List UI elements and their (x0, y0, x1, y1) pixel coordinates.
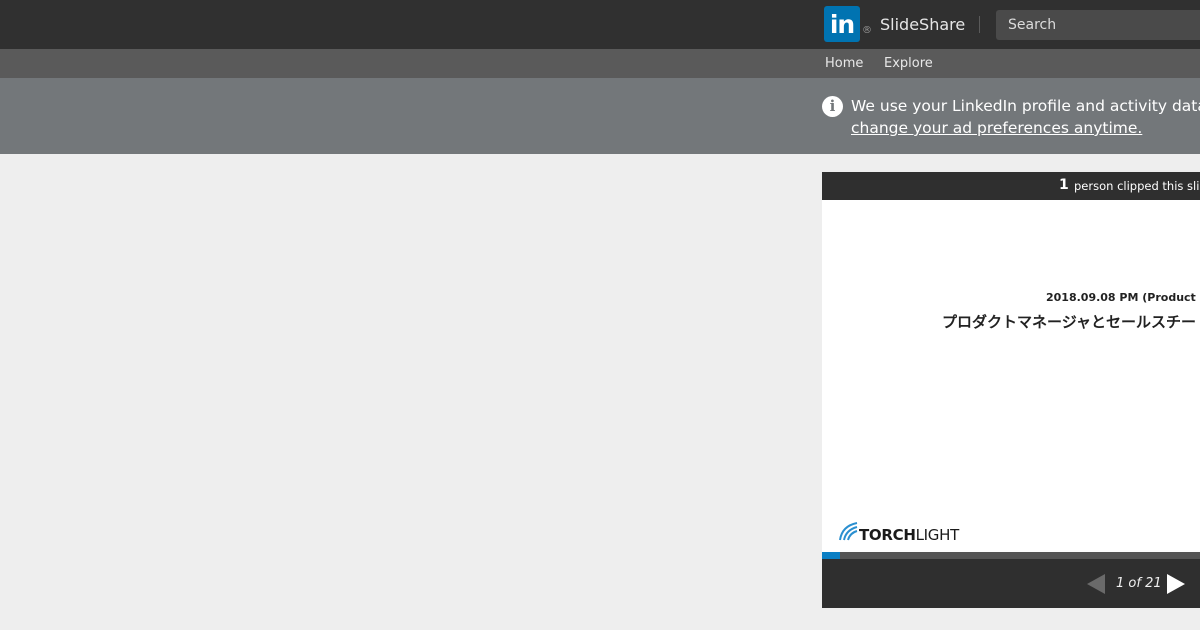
brand-divider (979, 16, 980, 33)
registered-mark: ® (862, 25, 872, 36)
brand-name[interactable]: SlideShare (880, 14, 965, 36)
torchlight-wordmark: TORCHLIGHT (859, 526, 959, 544)
previous-slide-button[interactable] (1087, 574, 1105, 594)
search-input[interactable] (996, 10, 1200, 40)
slide-player: 1 person clipped this slid 2018.09.08 PM… (822, 172, 1200, 608)
page-indicator: 1 of 21 (1116, 576, 1162, 591)
player-controls: 1 of 21 (822, 559, 1200, 608)
notice-text: We use your LinkedIn profile and activit… (851, 97, 1200, 115)
progress-fill (822, 552, 840, 559)
progress-track[interactable] (822, 552, 1200, 559)
info-icon: i (822, 96, 843, 117)
clip-text: person clipped this slid (1074, 179, 1200, 193)
torch-arc-icon (839, 522, 858, 541)
next-slide-button[interactable] (1167, 574, 1185, 594)
sub-navigation: Home Explore (0, 49, 1200, 78)
slide-title: プロダクトマネージャとセールスチー (942, 313, 1196, 331)
slide-date-line: 2018.09.08 PM (Product Ma (1046, 291, 1200, 304)
top-bar: in ® SlideShare (0, 0, 1200, 49)
nav-explore-link[interactable]: Explore (884, 56, 933, 71)
nav-home-link[interactable]: Home (825, 56, 863, 71)
linkedin-logo[interactable]: in (824, 6, 860, 42)
clip-bar: 1 person clipped this slid (822, 172, 1200, 200)
clip-count: 1 (1059, 177, 1069, 193)
ad-preferences-link[interactable]: change your ad preferences anytime. (851, 117, 1142, 139)
